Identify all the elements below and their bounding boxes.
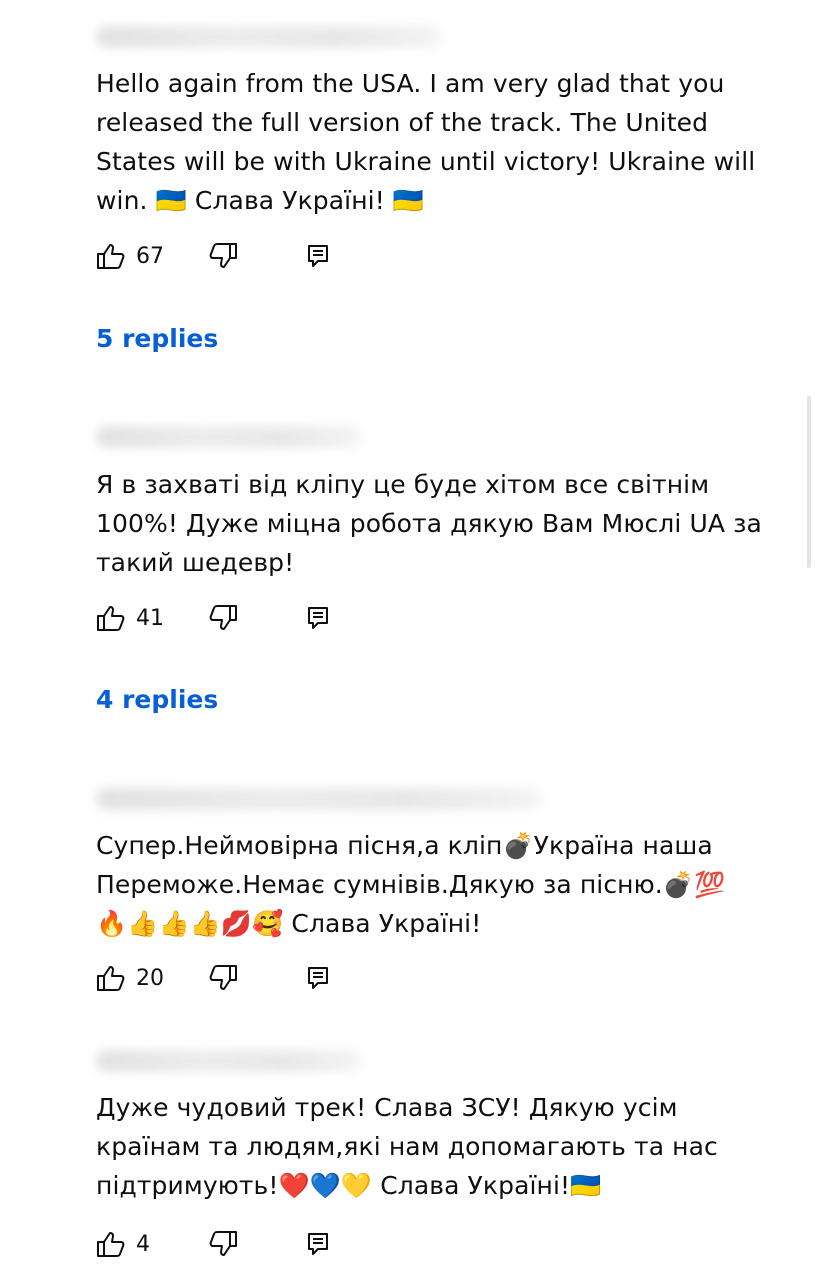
thumb-up-icon <box>97 966 125 991</box>
comment-3: Супер.Неймовірна пісня,а кліп💣Україна на… <box>96 788 776 991</box>
comment-reply-icon <box>308 967 328 989</box>
thumb-down-icon <box>209 605 237 630</box>
reply-button[interactable] <box>306 1231 330 1257</box>
comment-actions: 67 <box>96 240 330 272</box>
comment-1: Hello again from the USA. I am very glad… <box>96 26 776 353</box>
like-button[interactable]: 67 <box>96 242 196 270</box>
like-count: 20 <box>136 965 164 991</box>
dislike-button[interactable] <box>208 604 238 632</box>
like-button[interactable]: 41 <box>96 604 196 632</box>
dislike-button[interactable] <box>208 1230 238 1258</box>
comment-2: Я в захваті від кліпу це буде хітом все … <box>96 426 776 714</box>
comment-author-redacted <box>96 426 361 448</box>
dislike-button[interactable] <box>208 242 238 270</box>
reply-button[interactable] <box>306 965 330 991</box>
like-button[interactable]: 20 <box>96 964 196 992</box>
comment-text: Я в захваті від кліпу це буде хітом все … <box>96 470 762 577</box>
view-replies-link[interactable]: 5 replies <box>96 324 218 353</box>
scrollbar[interactable] <box>807 396 811 568</box>
thumb-down-icon <box>209 243 237 268</box>
thumb-down-icon <box>209 1231 237 1256</box>
reply-button[interactable] <box>306 605 330 631</box>
comment-text: Hello again from the USA. I am very glad… <box>96 69 756 215</box>
comment-reply-icon <box>308 245 328 267</box>
comment-reply-icon <box>308 607 328 629</box>
like-button[interactable]: 4 <box>96 1230 196 1258</box>
like-count: 4 <box>136 1231 150 1257</box>
comment-actions: 4 <box>96 1228 330 1260</box>
comment-reply-icon <box>308 1233 328 1255</box>
reply-button[interactable] <box>306 243 330 269</box>
thumb-up-icon <box>97 1232 125 1257</box>
thumb-down-icon <box>209 965 237 990</box>
like-count: 41 <box>136 605 164 631</box>
comment-author-redacted <box>96 788 541 810</box>
comment-4: Дуже чудовий трек! Слава ЗСУ! Дякую усім… <box>96 1050 776 1257</box>
comment-author-redacted <box>96 26 441 48</box>
dislike-button[interactable] <box>208 964 238 992</box>
comment-actions: 41 <box>96 602 330 634</box>
like-count: 67 <box>136 243 164 269</box>
comment-actions: 20 <box>96 962 330 994</box>
thumb-up-icon <box>97 244 125 269</box>
thumb-up-icon <box>97 606 125 631</box>
comment-text: Супер.Неймовірна пісня,а кліп💣Україна на… <box>96 831 726 938</box>
comment-author-redacted <box>96 1050 361 1072</box>
view-replies-link[interactable]: 4 replies <box>96 685 218 714</box>
comment-text: Дуже чудовий трек! Слава ЗСУ! Дякую усім… <box>96 1093 718 1200</box>
